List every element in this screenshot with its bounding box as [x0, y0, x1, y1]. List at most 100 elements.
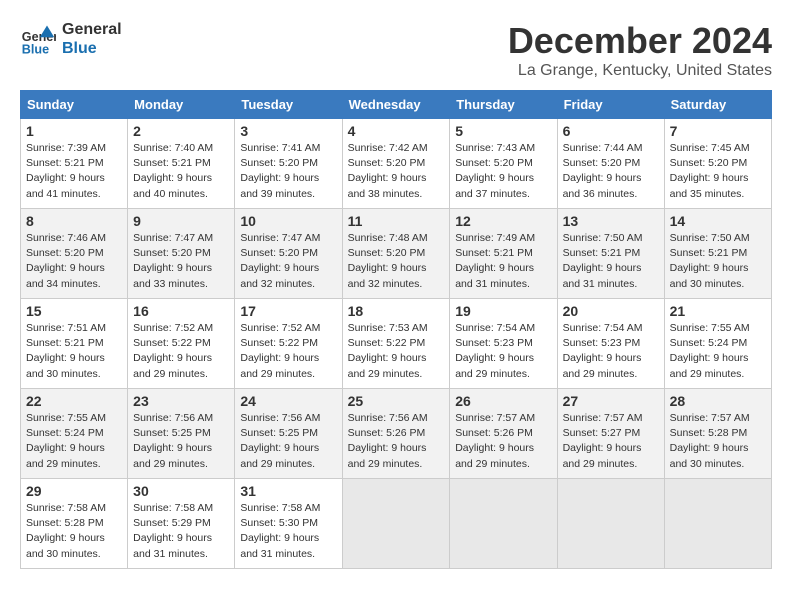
- day-number: 27: [563, 393, 659, 409]
- day-number: 20: [563, 303, 659, 319]
- day-info: Sunrise: 7:56 AMSunset: 5:26 PMDaylight:…: [348, 411, 445, 472]
- day-number: 30: [133, 483, 229, 499]
- calendar-cell: 22 Sunrise: 7:55 AMSunset: 5:24 PMDayligh…: [21, 389, 128, 479]
- calendar-cell: 25 Sunrise: 7:56 AMSunset: 5:26 PMDayligh…: [342, 389, 450, 479]
- title-area: December 2024 La Grange, Kentucky, Unite…: [508, 20, 772, 80]
- day-number: 6: [563, 123, 659, 139]
- day-info: Sunrise: 7:40 AMSunset: 5:21 PMDaylight:…: [133, 141, 229, 202]
- calendar-cell: 6 Sunrise: 7:44 AMSunset: 5:20 PMDaylight…: [557, 119, 664, 209]
- day-info: Sunrise: 7:44 AMSunset: 5:20 PMDaylight:…: [563, 141, 659, 202]
- day-number: 12: [455, 213, 551, 229]
- day-info: Sunrise: 7:57 AMSunset: 5:27 PMDaylight:…: [563, 411, 659, 472]
- calendar-cell: 31 Sunrise: 7:58 AMSunset: 5:30 PMDayligh…: [235, 479, 342, 569]
- weekday-header-saturday: Saturday: [664, 91, 771, 119]
- day-info: Sunrise: 7:56 AMSunset: 5:25 PMDaylight:…: [133, 411, 229, 472]
- day-number: 22: [26, 393, 122, 409]
- day-number: 31: [240, 483, 336, 499]
- week-row-4: 22 Sunrise: 7:55 AMSunset: 5:24 PMDayligh…: [21, 389, 772, 479]
- day-number: 1: [26, 123, 122, 139]
- day-info: Sunrise: 7:48 AMSunset: 5:20 PMDaylight:…: [348, 231, 445, 292]
- day-info: Sunrise: 7:52 AMSunset: 5:22 PMDaylight:…: [240, 321, 336, 382]
- calendar-cell: 2 Sunrise: 7:40 AMSunset: 5:21 PMDaylight…: [128, 119, 235, 209]
- day-number: 2: [133, 123, 229, 139]
- calendar-cell: 13 Sunrise: 7:50 AMSunset: 5:21 PMDayligh…: [557, 209, 664, 299]
- weekday-header-friday: Friday: [557, 91, 664, 119]
- calendar-cell: 30 Sunrise: 7:58 AMSunset: 5:29 PMDayligh…: [128, 479, 235, 569]
- day-info: Sunrise: 7:57 AMSunset: 5:28 PMDaylight:…: [670, 411, 766, 472]
- day-info: Sunrise: 7:55 AMSunset: 5:24 PMDaylight:…: [670, 321, 766, 382]
- weekday-header-sunday: Sunday: [21, 91, 128, 119]
- day-number: 16: [133, 303, 229, 319]
- calendar-cell: [664, 479, 771, 569]
- calendar-cell: 12 Sunrise: 7:49 AMSunset: 5:21 PMDayligh…: [450, 209, 557, 299]
- calendar-cell: 9 Sunrise: 7:47 AMSunset: 5:20 PMDaylight…: [128, 209, 235, 299]
- calendar-cell: 15 Sunrise: 7:51 AMSunset: 5:21 PMDayligh…: [21, 299, 128, 389]
- week-row-3: 15 Sunrise: 7:51 AMSunset: 5:21 PMDayligh…: [21, 299, 772, 389]
- day-number: 4: [348, 123, 445, 139]
- location-title: La Grange, Kentucky, United States: [508, 62, 772, 80]
- day-info: Sunrise: 7:41 AMSunset: 5:20 PMDaylight:…: [240, 141, 336, 202]
- day-number: 15: [26, 303, 122, 319]
- day-info: Sunrise: 7:58 AMSunset: 5:28 PMDaylight:…: [26, 501, 122, 562]
- calendar-cell: 1Sunrise: 7:39 AMSunset: 5:21 PMDaylight…: [21, 119, 128, 209]
- calendar-cell: 5Sunrise: 7:43 AMSunset: 5:20 PMDaylight…: [450, 119, 557, 209]
- calendar-table: SundayMondayTuesdayWednesdayThursdayFrid…: [20, 90, 772, 569]
- day-info: Sunrise: 7:51 AMSunset: 5:21 PMDaylight:…: [26, 321, 122, 382]
- calendar-cell: 10Sunrise: 7:47 AMSunset: 5:20 PMDayligh…: [235, 209, 342, 299]
- day-info: Sunrise: 7:53 AMSunset: 5:22 PMDaylight:…: [348, 321, 445, 382]
- logo-icon: General Blue: [20, 21, 56, 57]
- day-number: 11: [348, 213, 445, 229]
- weekday-header-row: SundayMondayTuesdayWednesdayThursdayFrid…: [21, 91, 772, 119]
- weekday-header-thursday: Thursday: [450, 91, 557, 119]
- day-number: 26: [455, 393, 551, 409]
- day-number: 10: [240, 213, 336, 229]
- header: General Blue General Blue December 2024 …: [20, 20, 772, 80]
- calendar-cell: 16 Sunrise: 7:52 AMSunset: 5:22 PMDayligh…: [128, 299, 235, 389]
- day-number: 9: [133, 213, 229, 229]
- day-info: Sunrise: 7:45 AMSunset: 5:20 PMDaylight:…: [670, 141, 766, 202]
- logo: General Blue General Blue: [20, 20, 122, 58]
- calendar-cell: 11 Sunrise: 7:48 AMSunset: 5:20 PMDayligh…: [342, 209, 450, 299]
- day-number: 21: [670, 303, 766, 319]
- calendar-cell: 18Sunrise: 7:53 AMSunset: 5:22 PMDayligh…: [342, 299, 450, 389]
- day-number: 14: [670, 213, 766, 229]
- day-info: Sunrise: 7:47 AMSunset: 5:20 PMDaylight:…: [133, 231, 229, 292]
- calendar-cell: [557, 479, 664, 569]
- month-title: December 2024: [508, 20, 772, 62]
- day-info: Sunrise: 7:54 AMSunset: 5:23 PMDaylight:…: [563, 321, 659, 382]
- day-number: 19: [455, 303, 551, 319]
- calendar-cell: 4 Sunrise: 7:42 AMSunset: 5:20 PMDaylight…: [342, 119, 450, 209]
- day-info: Sunrise: 7:42 AMSunset: 5:20 PMDaylight:…: [348, 141, 445, 202]
- weekday-header-wednesday: Wednesday: [342, 91, 450, 119]
- calendar-cell: 17 Sunrise: 7:52 AMSunset: 5:22 PMDayligh…: [235, 299, 342, 389]
- day-info: Sunrise: 7:52 AMSunset: 5:22 PMDaylight:…: [133, 321, 229, 382]
- day-info: Sunrise: 7:50 AMSunset: 5:21 PMDaylight:…: [563, 231, 659, 292]
- day-info: Sunrise: 7:58 AMSunset: 5:29 PMDaylight:…: [133, 501, 229, 562]
- day-info: Sunrise: 7:55 AMSunset: 5:24 PMDaylight:…: [26, 411, 122, 472]
- week-row-5: 29Sunrise: 7:58 AMSunset: 5:28 PMDayligh…: [21, 479, 772, 569]
- day-number: 24: [240, 393, 336, 409]
- calendar-cell: 20 Sunrise: 7:54 AMSunset: 5:23 PMDayligh…: [557, 299, 664, 389]
- day-number: 3: [240, 123, 336, 139]
- day-info: Sunrise: 7:58 AMSunset: 5:30 PMDaylight:…: [240, 501, 336, 562]
- day-number: 13: [563, 213, 659, 229]
- weekday-header-monday: Monday: [128, 91, 235, 119]
- calendar-cell: 26 Sunrise: 7:57 AMSunset: 5:26 PMDayligh…: [450, 389, 557, 479]
- calendar-cell: 19 Sunrise: 7:54 AMSunset: 5:23 PMDayligh…: [450, 299, 557, 389]
- day-info: Sunrise: 7:49 AMSunset: 5:21 PMDaylight:…: [455, 231, 551, 292]
- day-number: 8: [26, 213, 122, 229]
- day-info: Sunrise: 7:46 AMSunset: 5:20 PMDaylight:…: [26, 231, 122, 292]
- day-number: 25: [348, 393, 445, 409]
- day-number: 7: [670, 123, 766, 139]
- logo-line1: General: [62, 20, 122, 39]
- day-number: 28: [670, 393, 766, 409]
- week-row-2: 8 Sunrise: 7:46 AMSunset: 5:20 PMDaylight…: [21, 209, 772, 299]
- calendar-cell: 14 Sunrise: 7:50 AMSunset: 5:21 PMDayligh…: [664, 209, 771, 299]
- calendar-cell: 3 Sunrise: 7:41 AMSunset: 5:20 PMDaylight…: [235, 119, 342, 209]
- calendar-cell: 8 Sunrise: 7:46 AMSunset: 5:20 PMDaylight…: [21, 209, 128, 299]
- day-info: Sunrise: 7:57 AMSunset: 5:26 PMDaylight:…: [455, 411, 551, 472]
- calendar-cell: 24Sunrise: 7:56 AMSunset: 5:25 PMDayligh…: [235, 389, 342, 479]
- day-info: Sunrise: 7:54 AMSunset: 5:23 PMDaylight:…: [455, 321, 551, 382]
- day-info: Sunrise: 7:50 AMSunset: 5:21 PMDaylight:…: [670, 231, 766, 292]
- day-number: 17: [240, 303, 336, 319]
